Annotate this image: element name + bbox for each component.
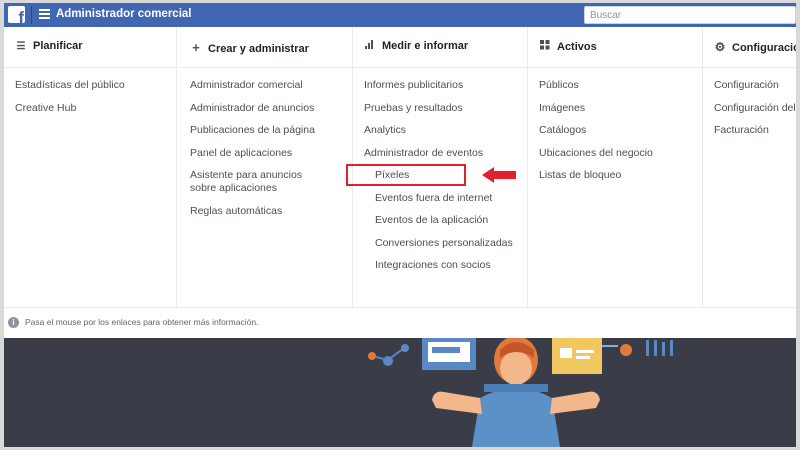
menu-column-crear-administrar: + Crear y administrar Administrador comer…	[179, 27, 353, 307]
menu-item-panel-aplicaciones[interactable]: Panel de aplicaciones	[190, 147, 346, 160]
help-footer: i Pasa el mouse por los enlaces para obte…	[8, 317, 259, 329]
column-title: Configuración	[732, 42, 796, 54]
menu-item-informes-publicitarios[interactable]: Informes publicitarios	[364, 79, 521, 92]
footer-hint-text: Pasa el mouse por los enlaces para obten…	[25, 317, 259, 327]
header-divider	[703, 67, 796, 68]
header-divider	[179, 67, 352, 68]
menu-item-imagenes[interactable]: Imágenes	[539, 102, 696, 115]
menu-item-configuracion-negocio[interactable]: Configuración del n	[714, 102, 796, 115]
topbar-divider	[31, 6, 32, 24]
facebook-logo-icon[interactable]: f	[8, 6, 25, 23]
menu-item-administrador-comercial[interactable]: Administrador comercial	[190, 79, 346, 92]
menu-column-configuracion: ⚙ Configuración Configuración Configuraci…	[703, 27, 796, 307]
browser-frame: f Administrador comercial ☰ Planificar Es…	[4, 3, 796, 447]
menu-item-creative-hub[interactable]: Creative Hub	[15, 102, 170, 115]
column-header-activos: Activos	[539, 40, 597, 53]
plus-icon: +	[192, 40, 200, 55]
menu-column-planificar: ☰ Planificar Estadísticas del público Cre…	[4, 27, 177, 307]
menu-item-administrador-eventos[interactable]: Administrador de eventos	[364, 147, 521, 160]
menu-subitem-conversiones-personalizadas[interactable]: Conversiones personalizadas	[375, 237, 521, 250]
red-arrow-icon	[482, 167, 516, 183]
menu-subitem-integraciones-socios[interactable]: Integraciones con socios	[375, 259, 521, 272]
menu-item-pruebas-resultados[interactable]: Pruebas y resultados	[364, 102, 521, 115]
logo-letter: f	[18, 8, 24, 23]
column-title: Activos	[557, 41, 597, 53]
bar-chart-icon	[364, 40, 376, 52]
gear-icon: ⚙	[714, 40, 726, 54]
column-header-planificar: ☰ Planificar	[15, 40, 83, 52]
menu-item-ubicaciones-negocio[interactable]: Ubicaciones del negocio	[539, 147, 696, 160]
menu-subitem-eventos-fuera-internet[interactable]: Eventos fuera de internet	[375, 192, 521, 205]
footer-divider	[4, 307, 796, 308]
column-header-crear-administrar: + Crear y administrar	[190, 40, 309, 55]
column-title: Crear y administrar	[208, 43, 309, 55]
menu-item-publicaciones-pagina[interactable]: Publicaciones de la página	[190, 124, 346, 137]
hero-illustration	[4, 338, 796, 447]
search-input[interactable]	[584, 6, 796, 24]
info-icon: i	[8, 317, 19, 329]
menu-subitem-eventos-aplicacion[interactable]: Eventos de la aplicación	[375, 214, 521, 227]
list-icon: ☰	[16, 41, 26, 52]
menu-item-catalogos[interactable]: Catálogos	[539, 124, 696, 137]
grid-icon	[539, 40, 551, 53]
menu-item-publicos[interactable]: Públicos	[539, 79, 696, 92]
column-header-medir-informar: Medir e informar	[364, 40, 468, 52]
menu-item-configuracion[interactable]: Configuración	[714, 79, 790, 92]
column-title: Medir e informar	[382, 40, 469, 52]
header-divider	[353, 67, 527, 68]
menu-item-estadisticas-publico[interactable]: Estadísticas del público	[15, 79, 170, 92]
menu-column-activos: Activos Públicos Imágenes Catálogos Ubic…	[528, 27, 703, 307]
header-divider	[4, 67, 176, 68]
menu-item-listas-bloqueo[interactable]: Listas de bloqueo	[539, 169, 696, 182]
menu-item-analytics[interactable]: Analytics	[364, 124, 521, 137]
menu-item-reglas-automaticas[interactable]: Reglas automáticas	[190, 205, 346, 218]
hamburger-menu-icon[interactable]	[39, 9, 50, 19]
menu-item-asistente-anuncios[interactable]: Asistente para anuncios sobre aplicacion…	[190, 169, 330, 195]
top-navigation-bar: f Administrador comercial	[4, 3, 796, 27]
menu-item-administrador-anuncios[interactable]: Administrador de anuncios	[190, 102, 346, 115]
app-title[interactable]: Administrador comercial	[56, 8, 191, 20]
person-with-charts-illustration	[368, 338, 673, 447]
pixel-highlight-box	[346, 164, 466, 186]
column-header-configuracion: ⚙ Configuración	[714, 40, 796, 54]
column-title: Planificar	[33, 40, 83, 52]
header-divider	[528, 67, 702, 68]
menu-item-facturacion[interactable]: Facturación	[714, 124, 790, 137]
